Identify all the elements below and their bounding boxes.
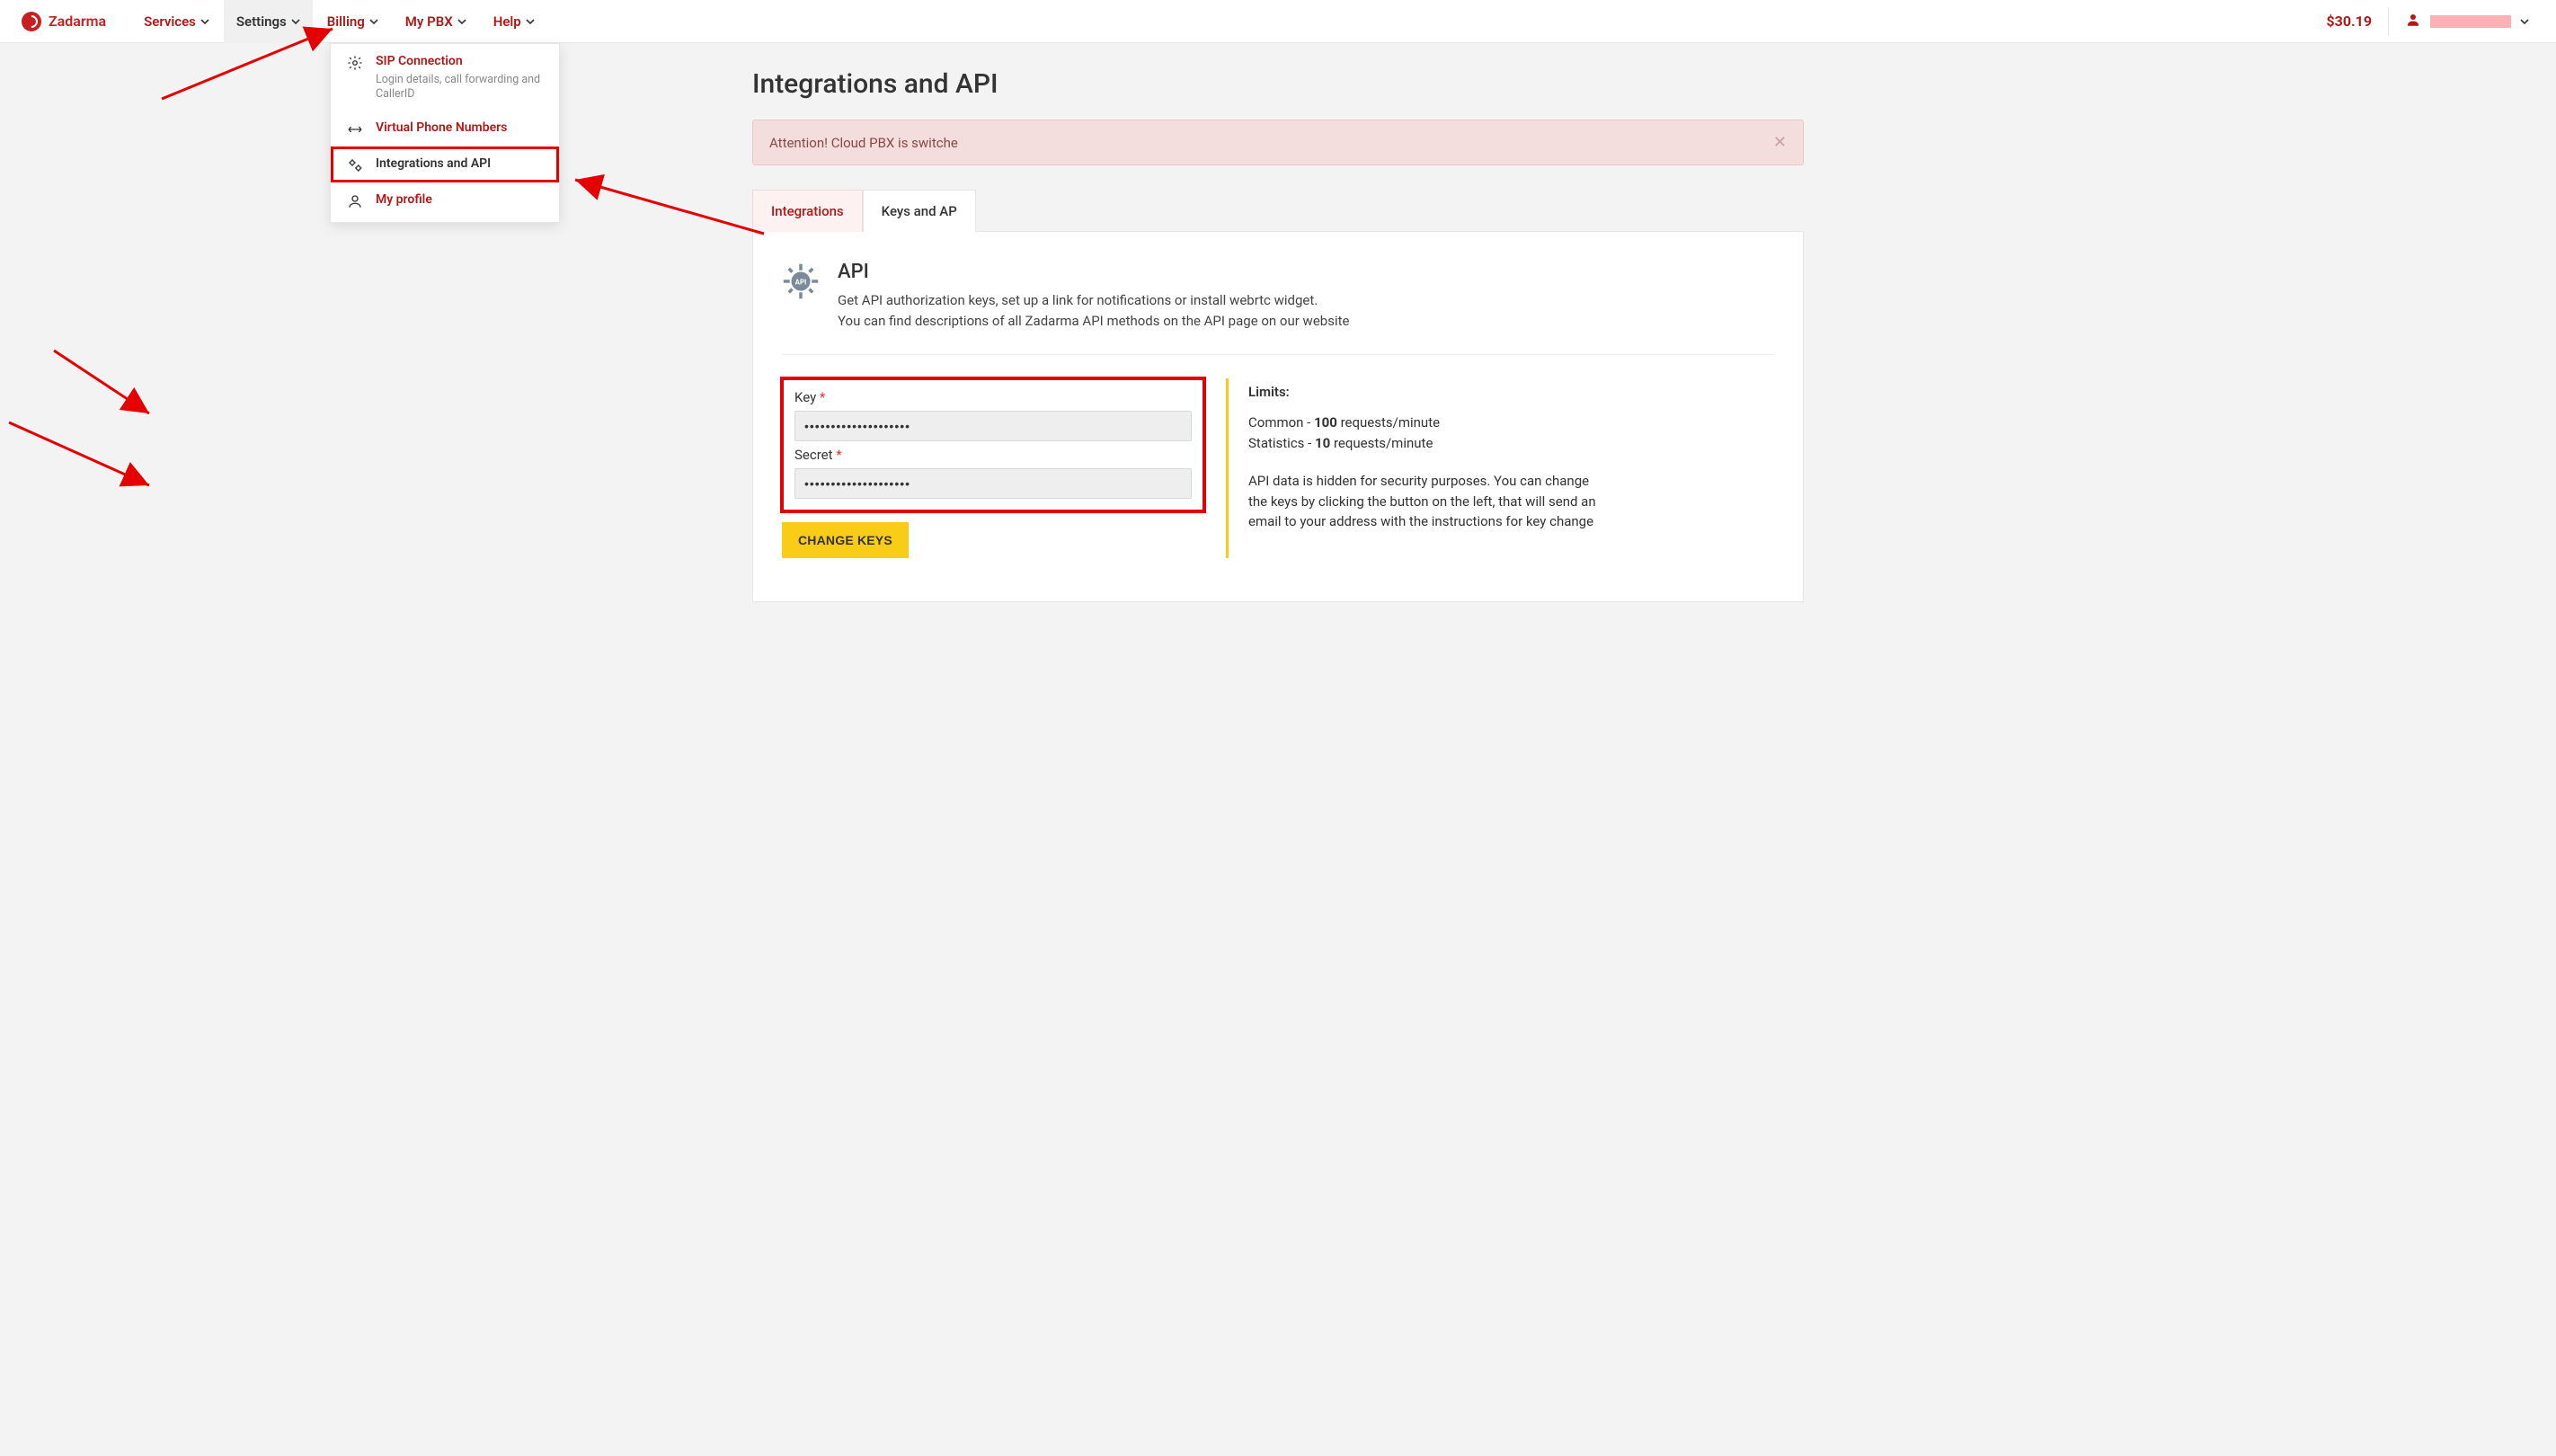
dropdown-profile-title: My profile [376, 191, 432, 209]
nav-mypbx[interactable]: My PBX [393, 0, 479, 43]
divider [782, 354, 1774, 355]
nav-settings[interactable]: Settings [224, 0, 313, 43]
change-keys-button[interactable]: CHANGE KEYS [782, 522, 909, 558]
dropdown-integrations-api[interactable]: Integrations and API [331, 146, 559, 182]
svg-text:API: API [795, 279, 807, 287]
api-desc-line2: You can find descriptions of all Zadarma… [838, 311, 1349, 332]
profile-icon [347, 193, 363, 209]
required-asterisk: * [820, 389, 825, 405]
chevron-down-icon [457, 19, 466, 24]
cogs-icon [347, 157, 363, 173]
main-panel: API API Get API authorization keys, set … [752, 231, 1804, 602]
account-balance[interactable]: $30.19 [2310, 13, 2388, 30]
chevron-down-icon [526, 19, 535, 24]
alert-close-icon[interactable]: ✕ [1773, 133, 1787, 152]
brand-name: Zadarma [49, 13, 106, 30]
alert-text: Attention! Cloud PBX is switche [769, 135, 958, 151]
gear-icon [347, 55, 363, 71]
chevron-down-icon [291, 19, 300, 24]
nav-billing[interactable]: Billing [315, 0, 391, 43]
settings-dropdown: SIP Connection Login details, call forwa… [330, 43, 560, 223]
logo-icon [22, 12, 41, 31]
secret-field-label: Secret * [794, 447, 1192, 463]
required-asterisk: * [836, 447, 841, 463]
api-desc-line1: Get API authorization keys, set up a lin… [838, 290, 1349, 311]
api-keys-form: Key * Secret * [782, 378, 1204, 511]
user-icon [2405, 12, 2421, 31]
nav-settings-label: Settings [236, 13, 287, 30]
dropdown-virtual-numbers[interactable]: Virtual Phone Numbers [331, 111, 559, 146]
chevron-down-icon [200, 19, 209, 24]
dropdown-sip-sub: Login details, call forwarding and Calle… [376, 73, 543, 102]
api-section-title: API [838, 261, 1349, 283]
chevron-down-icon [369, 19, 378, 24]
nav-help-label: Help [493, 13, 521, 30]
limits-panel: Limits: Common - 100 requests/minute Sta… [1226, 378, 1603, 558]
page-title: Integrations and API [752, 43, 1804, 120]
limits-note: API data is hidden for security purposes… [1248, 471, 1603, 532]
nav-billing-label: Billing [327, 13, 365, 30]
alert-banner: Attention! Cloud PBX is switche ✕ [752, 120, 1804, 165]
user-menu[interactable] [2388, 8, 2534, 35]
dropdown-sip-title: SIP Connection [376, 53, 543, 71]
limits-title: Limits: [1248, 384, 1603, 400]
dropdown-virtual-title: Virtual Phone Numbers [376, 120, 507, 138]
dropdown-integrations-title: Integrations and API [376, 155, 491, 173]
secret-input[interactable] [794, 468, 1192, 499]
dropdown-sip-connection[interactable]: SIP Connection Login details, call forwa… [331, 44, 559, 111]
nav-services[interactable]: Services [131, 0, 222, 43]
nav-mypbx-label: My PBX [405, 13, 453, 30]
key-field-label: Key * [794, 389, 1192, 405]
nav-help[interactable]: Help [481, 0, 547, 43]
brand-logo[interactable]: Zadarma [22, 12, 106, 31]
tab-bar: Integrations Keys and AP [752, 189, 1804, 231]
top-nav-bar: Zadarma Services Settings Billing My PBX… [0, 0, 2556, 43]
tab-integrations[interactable]: Integrations [752, 190, 863, 232]
nav-services-label: Services [144, 13, 196, 30]
chevron-down-icon [2520, 19, 2529, 24]
limits-common: Common - 100 requests/minute [1248, 413, 1603, 433]
dropdown-my-profile[interactable]: My profile [331, 182, 559, 218]
phone-icon [347, 121, 363, 138]
tab-keys-and-api[interactable]: Keys and AP [863, 190, 976, 232]
api-gear-icon: API [782, 262, 820, 300]
limits-stats: Statistics - 10 requests/minute [1248, 433, 1603, 454]
key-input[interactable] [794, 411, 1192, 441]
user-name-redacted [2430, 15, 2511, 28]
